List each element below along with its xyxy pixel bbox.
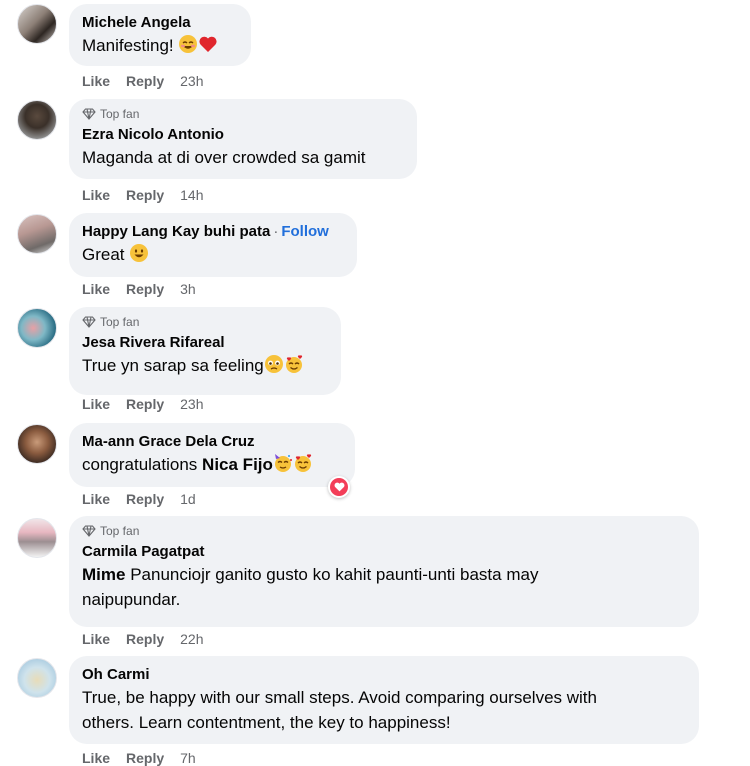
comment-text-line: naipupundar. [82,590,181,609]
like-button[interactable]: Like [82,491,110,507]
smiling-hearts-emoji-icon [285,355,302,373]
comment-author[interactable]: Happy Lang Kay buhi pata [82,223,270,240]
comment-bubble: Ma-ann Grace Dela Cruz congratulations N… [69,423,355,487]
comment-text: True yn sarap sa feeling [82,353,328,378]
avatar[interactable] [17,308,57,348]
comment-author-line: Happy Lang Kay buhi pata · Follow [82,222,344,242]
comment-timestamp[interactable]: 1d [180,491,196,507]
partying-face-emoji-icon [274,454,292,472]
reply-button[interactable]: Reply [126,396,164,412]
like-button[interactable]: Like [82,631,110,647]
badge-label: Top fan [100,315,140,329]
reply-button[interactable]: Reply [126,281,164,297]
reply-button[interactable]: Reply [126,73,164,89]
comment-timestamp[interactable]: 7h [180,750,196,766]
badge-label: Top fan [100,107,140,121]
top-fan-badge: Top fan [82,107,404,121]
avatar[interactable] [17,214,57,254]
comment-actions: Like Reply 22h [82,631,204,647]
comment-timestamp[interactable]: 3h [180,281,196,297]
comment-timestamp[interactable]: 14h [180,187,203,203]
follow-button[interactable]: Follow [281,223,329,240]
comment-text-line: others. Learn contentment, the key to ha… [82,713,451,732]
reply-button[interactable]: Reply [126,491,164,507]
reply-button[interactable]: Reply [126,187,164,203]
avatar[interactable] [17,658,57,698]
smiling-hearts-emoji-icon [294,454,312,472]
comment-author[interactable]: Ma-ann Grace Dela Cruz [82,432,342,452]
comment-bubble: Top fan Carmila Pagatpat Mime Panunciojr… [69,516,699,627]
avatar[interactable] [17,424,57,464]
comment-actions: Like Reply 3h [82,281,196,297]
smile-emoji-icon [130,244,149,262]
comment-text: Maganda at di over crowded sa gamit [82,148,366,167]
comment-actions: Like Reply 7h [82,750,196,766]
avatar[interactable] [17,100,57,140]
comment-bubble: Oh Carmi True, be happy with our small s… [69,656,699,744]
comment-text: True, be happy with our small steps. Avo… [82,685,686,735]
comment-text-body: Great [82,245,125,264]
like-button[interactable]: Like [82,396,110,412]
blush-emoji-icon [179,35,198,53]
comment-author[interactable]: Ezra Nicolo Antonio [82,125,404,145]
comment-text: congratulations Nica Fijo [82,452,342,477]
like-button[interactable]: Like [82,281,110,297]
comment-actions: Like Reply 23h [82,396,204,412]
comment-author[interactable]: Carmila Pagatpat [82,542,686,562]
comment-text-line: Panunciojr ganito gusto ko kahit paunti-… [130,565,539,584]
diamond-icon [82,525,96,537]
comment-author[interactable]: Michele Angela [82,13,238,33]
heart-reaction-icon[interactable] [328,476,350,498]
comment-actions: Like Reply 1d [82,491,196,507]
comment-text: Mime Panunciojr ganito gusto ko kahit pa… [82,562,686,612]
reply-button[interactable]: Reply [126,750,164,766]
heart-reaction-badge [330,478,348,496]
avatar[interactable] [17,518,57,558]
heart-icon [334,482,344,492]
red-heart-icon [199,36,217,52]
comment-text: Great [82,242,344,267]
mention-link[interactable]: Mime [82,565,125,584]
comment-bubble: Happy Lang Kay buhi pata · Follow Great [69,213,357,277]
comment-bubble: Top fan Jesa Rivera Rifareal True yn sar… [69,307,341,395]
comment-text-line: True, be happy with our small steps. Avo… [82,688,597,707]
comment-bubble: Top fan Ezra Nicolo Antonio Maganda at d… [69,99,417,179]
comment-bubble: Michele Angela Manifesting! [69,4,251,66]
comment-author[interactable]: Oh Carmi [82,665,686,685]
comment-text-body: congratulations [82,455,198,474]
comment-text-body: Manifesting! [82,36,174,55]
diamond-icon [82,316,96,328]
separator-dot: · [273,223,279,240]
comment-actions: Like Reply 14h [82,187,204,203]
like-button[interactable]: Like [82,750,110,766]
comment-text: Manifesting! [82,33,238,58]
comment-timestamp[interactable]: 22h [180,631,203,647]
like-button[interactable]: Like [82,73,110,89]
comment-author[interactable]: Jesa Rivera Rifareal [82,333,328,353]
like-button[interactable]: Like [82,187,110,203]
diamond-icon [82,108,96,120]
top-fan-badge: Top fan [82,315,328,329]
reply-button[interactable]: Reply [126,631,164,647]
comment-timestamp[interactable]: 23h [180,396,203,412]
top-fan-badge: Top fan [82,524,686,538]
comment-text-body: True yn sarap sa feeling [82,356,264,375]
mention-link[interactable]: Nica Fijo [202,455,273,474]
avatar[interactable] [17,4,57,44]
badge-label: Top fan [100,524,140,538]
comment-actions: Like Reply 23h [82,73,204,89]
teary-emoji-icon [264,355,283,373]
comment-timestamp[interactable]: 23h [180,73,203,89]
